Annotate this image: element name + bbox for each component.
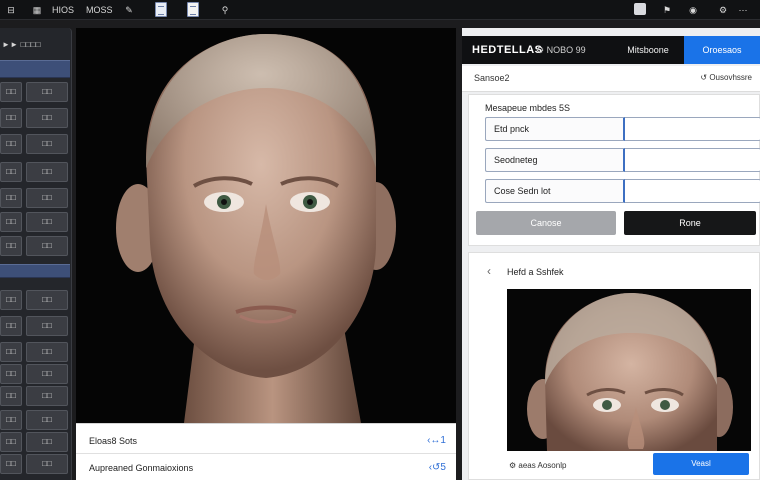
menu-item-0[interactable]: HIOS [52,3,74,17]
tool-button[interactable]: □□ [26,108,68,128]
tool-button[interactable]: □□ [26,82,68,102]
tool-button[interactable]: □□ [0,212,22,232]
grid-icon[interactable]: ▦ [30,3,44,17]
tool-palette: ►► □□□□ □□ □□ □□ □□ □□ □□ □□ □□ □□ □□ □□ □□ □□ □□ □□ □□… [0,28,72,480]
property-label: Aupreaned Gonmaioxions [89,463,194,473]
tab-mitsboone[interactable]: Mitsboone [620,36,676,64]
tool-button[interactable]: □□ [0,108,22,128]
document-icon[interactable] [155,2,167,17]
field-label-1: Seodneteg [485,148,625,172]
property-value[interactable]: ‹↔1 [427,435,446,446]
tool-button[interactable]: □□ [26,364,68,384]
layers-icon[interactable] [634,3,646,15]
property-value[interactable]: ‹↺5 [429,462,446,473]
property-row-0[interactable]: Eloas8 Sots ‹↔1 [76,428,456,454]
property-label: Eloas8 Sots [89,436,138,446]
more-icon[interactable]: ⋯ [736,3,750,17]
tool-button[interactable]: □□ [26,212,68,232]
link-icon[interactable]: ⚲ [218,3,232,17]
render-viewport[interactable] [76,28,456,423]
property-row-1[interactable]: Aupreaned Gonmaioxions ‹↺5 [76,455,456,480]
tab-active[interactable]: Oroesaos [684,36,760,64]
inspector-panel: HEDTELLAS ⚙ NOBO 99 Mitsboone Oroesaos S… [462,28,760,480]
preview-footer-label: ⚙ aeas Aosonlp [509,461,567,470]
tool-button[interactable]: □□ [0,410,22,430]
subheader-action[interactable]: ↺ Ousovhssre [700,73,752,82]
preview-card: ‹ Hefd a Sshfek ⚙ aeas Aosonlp Veasl [468,252,760,480]
subheader-title: Sansoe2 [474,73,510,83]
tool-button[interactable]: □□ [26,386,68,406]
preview-thumbnail[interactable] [507,289,751,451]
palette-section-strip[interactable] [0,264,70,278]
tool-button[interactable]: □□ [0,342,22,362]
inspector-title: HEDTELLAS [472,44,543,56]
tool-button[interactable]: □□ [26,454,68,474]
back-chevron-icon[interactable]: ‹ [487,264,491,278]
field-input-2[interactable] [625,179,760,203]
top-menu-bar: ⊟ ▦ HIOS MOSS ✎ ⚲ ⚑ ◉ ⚙ ⋯ [0,0,760,20]
tab-nobo[interactable]: ⚙ NOBO 99 [536,36,586,64]
form-title: Mesapeue mbdes 5S [485,103,571,113]
tool-button[interactable]: □□ [0,162,22,182]
tool-button[interactable]: □□ [0,386,22,406]
tool-button[interactable]: □□ [26,188,68,208]
tool-button[interactable]: □□ [0,236,22,256]
preview-title: Hefd a Sshfek [507,267,564,277]
compass-icon[interactable]: ◉ [686,3,700,17]
menu-item-1[interactable]: MOSS [86,3,113,17]
preview-head-render [527,293,733,451]
page-icon[interactable] [187,2,199,17]
tool-button[interactable]: □□ [0,454,22,474]
settings-icon[interactable]: ⚙ [716,3,730,17]
tool-button[interactable]: □□ [0,316,22,336]
properties-list: Eloas8 Sots ‹↔1 Aupreaned Gonmaioxions ‹… [76,423,456,480]
field-label-0: Etd pnck [485,117,625,141]
done-button[interactable]: Rone [624,211,756,235]
tool-button[interactable]: □□ [0,134,22,154]
tool-button[interactable]: □□ [26,134,68,154]
palette-header: ►► □□□□ [2,40,41,49]
tool-button[interactable]: □□ [26,236,68,256]
tool-button[interactable]: □□ [0,290,22,310]
head-render [116,34,396,423]
field-input-0[interactable] [625,117,760,141]
tool-button[interactable]: □□ [0,364,22,384]
tool-button[interactable]: □□ [26,290,68,310]
field-input-1[interactable] [625,148,760,172]
preview-apply-button[interactable]: Veasl [653,453,749,475]
tool-button[interactable]: □□ [0,82,22,102]
tool-button[interactable]: □□ [0,432,22,452]
inspector-subheader: Sansoe2 ↺ Ousovhssre [462,66,760,92]
palette-selected-strip[interactable] [0,60,70,78]
tool-button[interactable]: □□ [26,410,68,430]
tool-button[interactable]: □□ [26,432,68,452]
tool-button[interactable]: □□ [26,316,68,336]
tool-button[interactable]: □□ [26,342,68,362]
cancel-button[interactable]: Canose [476,211,616,235]
tool-button[interactable]: □□ [0,188,22,208]
pen-icon[interactable]: ✎ [122,3,136,17]
menu-icon[interactable]: ⊟ [4,3,18,17]
inspector-tabs: HEDTELLAS ⚙ NOBO 99 Mitsboone Oroesaos [462,36,760,64]
tool-button[interactable]: □□ [26,162,68,182]
field-label-2: Cose Sedn lot [485,179,625,203]
flag-icon[interactable]: ⚑ [660,3,674,17]
